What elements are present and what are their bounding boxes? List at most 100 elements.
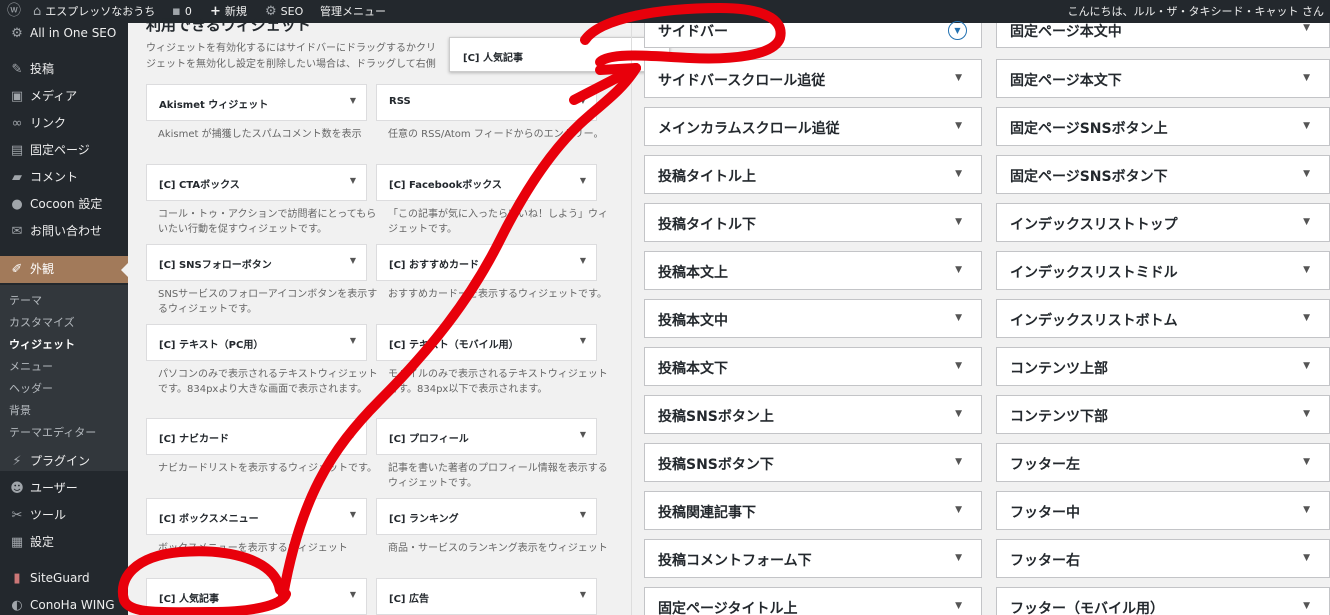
caret-down-icon[interactable]: ▼ <box>955 553 962 563</box>
caret-down-icon[interactable]: ▼ <box>350 256 356 265</box>
caret-down-icon[interactable]: ▼ <box>580 96 586 105</box>
widget-text-pc[interactable]: [C] テキスト（PC用） ▼ <box>146 324 367 361</box>
caret-down-icon[interactable]: ▼ <box>1303 73 1310 83</box>
area-page-sns-bottom[interactable]: 固定ページSNSボタン下 ▼ <box>996 155 1330 194</box>
submenu-menus[interactable]: メニュー <box>9 358 53 374</box>
area-content-bottom[interactable]: コンテンツ下部 ▼ <box>996 395 1330 434</box>
caret-down-icon[interactable]: ▼ <box>350 510 356 519</box>
caret-down-icon[interactable]: ▼ <box>955 217 962 227</box>
widget-ad[interactable]: [C] 広告 ▼ <box>376 578 597 615</box>
area-post-related-bottom[interactable]: 投稿関連記事下 ▼ <box>644 491 982 530</box>
menu-contact[interactable]: ✉ お問い合わせ <box>0 218 128 245</box>
caret-down-icon[interactable]: ▼ <box>580 510 586 519</box>
caret-down-icon[interactable]: ▼ <box>1303 505 1310 515</box>
submenu-background[interactable]: 背景 <box>9 402 31 418</box>
area-post-body-middle[interactable]: 投稿本文中 ▼ <box>644 299 982 338</box>
area-post-title-bottom[interactable]: 投稿タイトル下 ▼ <box>644 203 982 242</box>
caret-down-icon[interactable]: ▼ <box>955 505 962 515</box>
caret-down-icon[interactable]: ▼ <box>955 121 962 131</box>
area-footer-left[interactable]: フッター左 ▼ <box>996 443 1330 482</box>
caret-down-icon[interactable]: ▼ <box>955 361 962 371</box>
caret-down-icon[interactable]: ▼ <box>955 73 962 83</box>
caret-down-icon[interactable]: ▼ <box>1303 313 1310 323</box>
area-page-sns-top[interactable]: 固定ページSNSボタン上 ▼ <box>996 107 1330 146</box>
area-page-body-bottom[interactable]: 固定ページ本文下 ▼ <box>996 59 1330 98</box>
caret-down-icon[interactable]: ▼ <box>1303 121 1310 131</box>
area-footer-mobile[interactable]: フッター（モバイル用） ▼ <box>996 587 1330 615</box>
caret-down-icon[interactable]: ▼ <box>580 430 586 439</box>
menu-cocoon-settings[interactable]: ● Cocoon 設定 <box>0 191 128 218</box>
greeting-account[interactable]: こんにちは、ルル・ザ・タキシード・キャット さん <box>1068 0 1325 23</box>
caret-down-icon[interactable]: ▼ <box>955 265 962 275</box>
area-footer-right[interactable]: フッター右 ▼ <box>996 539 1330 578</box>
submenu-themes[interactable]: テーマ <box>9 292 42 308</box>
caret-down-icon[interactable]: ▼ <box>955 313 962 323</box>
widget-ranking[interactable]: [C] ランキング ▼ <box>376 498 597 535</box>
caret-down-icon[interactable]: ▼ <box>1303 265 1310 275</box>
area-post-comment-form-bottom[interactable]: 投稿コメントフォーム下 ▼ <box>644 539 982 578</box>
widget-sns-follow[interactable]: [C] SNSフォローボタン ▼ <box>146 244 367 281</box>
area-post-body-top[interactable]: 投稿本文上 ▼ <box>644 251 982 290</box>
caret-down-icon[interactable]: ▼ <box>1303 409 1310 419</box>
caret-down-icon[interactable]: ▼ <box>350 96 356 105</box>
widget-profile[interactable]: [C] プロフィール ▼ <box>376 418 597 455</box>
caret-down-icon[interactable]: ▼ <box>580 336 586 345</box>
caret-down-icon[interactable]: ▼ <box>955 409 962 419</box>
submenu-theme-editor[interactable]: テーマエディター <box>9 424 96 440</box>
caret-down-icon[interactable]: ▼ <box>955 457 962 467</box>
area-sidebar[interactable]: サイドバー ▼ <box>644 21 982 48</box>
area-post-sns-top[interactable]: 投稿SNSボタン上 ▼ <box>644 395 982 434</box>
caret-down-icon[interactable]: ▼ <box>350 336 356 345</box>
widget-navi-card[interactable]: [C] ナビカード ▼ <box>146 418 367 455</box>
menu-tools[interactable]: ✂ ツール <box>0 502 128 529</box>
area-index-list-middle[interactable]: インデックスリストミドル ▼ <box>996 251 1330 290</box>
dragging-widget-popular-posts[interactable]: [C] 人気記事 ▼ <box>449 37 670 72</box>
menu-appearance[interactable]: ✐ 外観 <box>0 256 128 283</box>
circle-caret-down-icon[interactable]: ▼ <box>948 21 967 40</box>
caret-down-icon[interactable]: ▼ <box>1303 601 1310 611</box>
caret-down-icon[interactable]: ▼ <box>1303 169 1310 179</box>
widget-rss[interactable]: RSS ▼ <box>376 84 597 121</box>
widget-box-menu[interactable]: [C] ボックスメニュー ▼ <box>146 498 367 535</box>
area-footer-center[interactable]: フッター中 ▼ <box>996 491 1330 530</box>
caret-down-icon[interactable]: ▼ <box>350 176 356 185</box>
menu-media[interactable]: ▣ メディア <box>0 83 128 110</box>
area-index-list-bottom[interactable]: インデックスリストボトム ▼ <box>996 299 1330 338</box>
caret-down-icon[interactable]: ▼ <box>1303 361 1310 371</box>
area-post-body-bottom[interactable]: 投稿本文下 ▼ <box>644 347 982 386</box>
caret-down-icon[interactable]: ▼ <box>580 256 586 265</box>
caret-down-icon[interactable]: ▼ <box>1303 553 1310 563</box>
area-main-column-scroll[interactable]: メインカラムスクロール追従 ▼ <box>644 107 982 146</box>
caret-down-icon[interactable]: ▼ <box>350 590 356 599</box>
area-post-title-top[interactable]: 投稿タイトル上 ▼ <box>644 155 982 194</box>
caret-down-icon[interactable]: ▼ <box>1303 23 1310 33</box>
menu-conoha-wing[interactable]: ◐ ConoHa WING <box>0 592 128 615</box>
area-post-sns-bottom[interactable]: 投稿SNSボタン下 ▼ <box>644 443 982 482</box>
menu-plugins[interactable]: ⚡ プラグイン <box>0 448 128 475</box>
caret-down-icon[interactable]: ▼ <box>350 430 356 439</box>
submenu-widgets[interactable]: ウィジェット <box>9 336 75 352</box>
widget-akismet[interactable]: Akismet ウィジェット ▼ <box>146 84 367 121</box>
caret-down-icon[interactable]: ▼ <box>580 590 586 599</box>
widget-popular-posts[interactable]: [C] 人気記事 ▼ <box>146 578 367 615</box>
area-page-body-middle[interactable]: 固定ページ本文中 ▼ <box>996 23 1330 48</box>
area-content-top[interactable]: コンテンツ上部 ▼ <box>996 347 1330 386</box>
caret-down-icon[interactable]: ▼ <box>1303 457 1310 467</box>
widget-facebook-box[interactable]: [C] Facebookボックス ▼ <box>376 164 597 201</box>
area-index-list-top[interactable]: インデックスリストトップ ▼ <box>996 203 1330 242</box>
menu-pages[interactable]: ▤ 固定ページ <box>0 137 128 164</box>
menu-comments[interactable]: ▰ コメント <box>0 164 128 191</box>
caret-down-icon[interactable]: ▼ <box>650 50 656 59</box>
menu-siteguard[interactable]: ▮ SiteGuard <box>0 565 128 592</box>
menu-links[interactable]: ∞ リンク <box>0 110 128 137</box>
submenu-header[interactable]: ヘッダー <box>9 380 53 396</box>
submenu-customize[interactable]: カスタマイズ <box>9 314 75 330</box>
menu-settings[interactable]: ▦ 設定 <box>0 529 128 556</box>
menu-posts[interactable]: ✎ 投稿 <box>0 56 128 83</box>
widget-text-mobile[interactable]: [C] テキスト（モバイル用） ▼ <box>376 324 597 361</box>
area-page-title-top[interactable]: 固定ページタイトル上 ▼ <box>644 587 982 615</box>
caret-down-icon[interactable]: ▼ <box>580 176 586 185</box>
admin-menu-link[interactable]: 管理メニュー <box>320 0 386 23</box>
caret-down-icon[interactable]: ▼ <box>1303 217 1310 227</box>
area-sidebar-scroll[interactable]: サイドバースクロール追従 ▼ <box>644 59 982 98</box>
